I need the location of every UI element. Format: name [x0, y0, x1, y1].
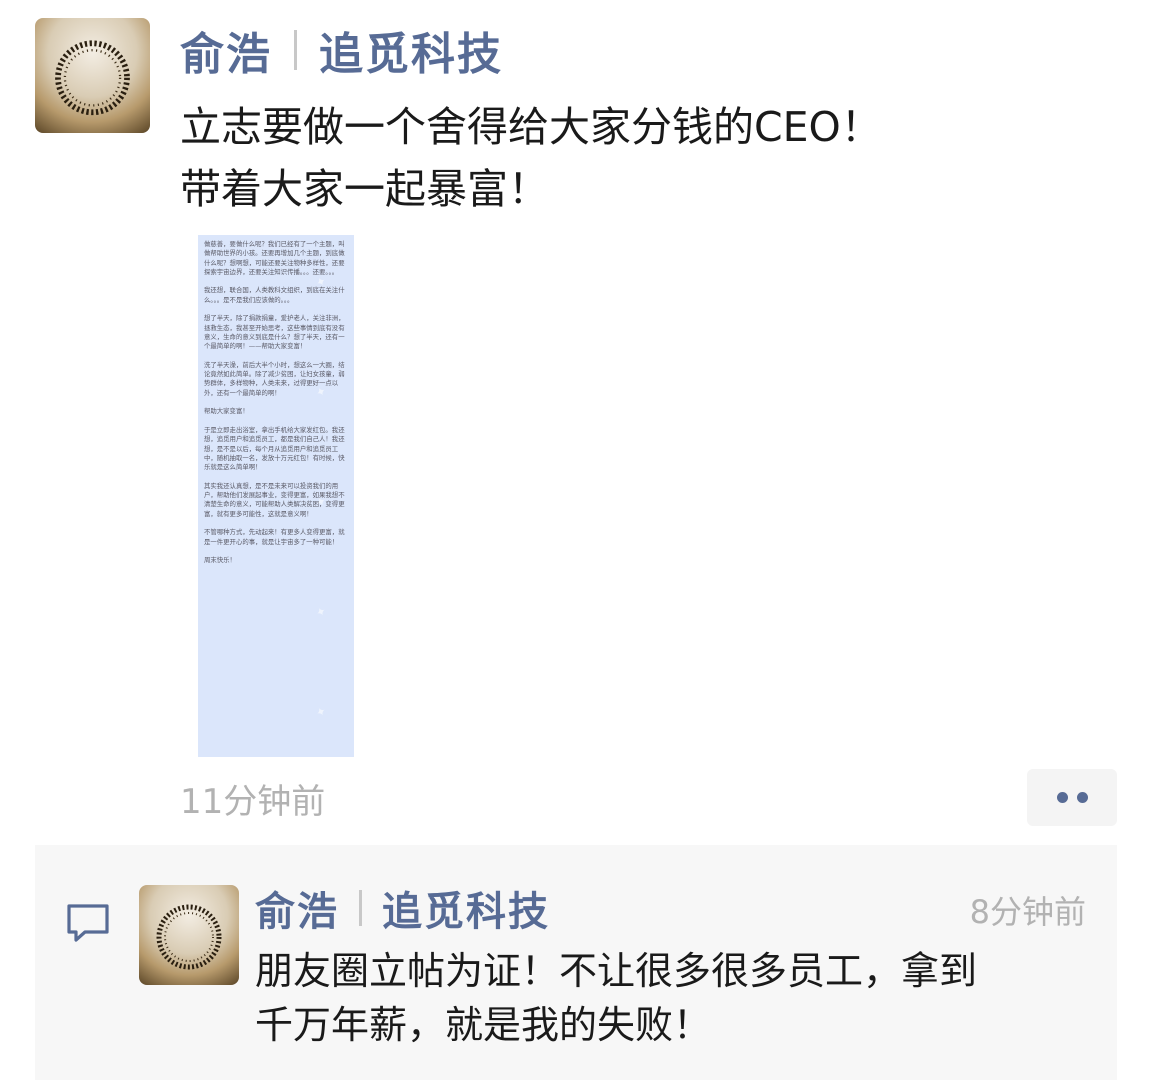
- comment-bubble-icon: [67, 904, 109, 942]
- post-image-text: 做慈善，要做什么呢？我们已经有了一个主题，叫做帮助世界的小孩。还要再增加几个主题…: [204, 240, 345, 565]
- post-image[interactable]: 做慈善，要做什么呢？我们已经有了一个主题，叫做帮助世界的小孩。还要再增加几个主题…: [198, 235, 354, 757]
- post-text: 立志要做一个舍得给大家分钱的CEO！ 带着大家一起暴富！: [180, 96, 1120, 220]
- avatar-necklace-icon: [156, 904, 222, 970]
- post-author-company[interactable]: 追觅科技: [319, 18, 503, 82]
- post-text-line: 带着大家一起暴富！: [180, 165, 549, 213]
- name-separator: [359, 890, 362, 926]
- post-author-line[interactable]: 俞浩 追觅科技: [180, 20, 503, 80]
- watermark-icon: ✦: [313, 603, 329, 621]
- post-text-line: 立志要做一个舍得给大家分钱的CEO！: [180, 103, 882, 151]
- comment-text-line: 朋友圈立帖为证！不让很多很多员工，拿到: [255, 949, 978, 993]
- post-time: 11分钟前: [180, 782, 326, 822]
- post-author-name[interactable]: 俞浩: [180, 18, 272, 82]
- name-separator: [294, 30, 297, 70]
- comment-author-name[interactable]: 俞浩: [255, 879, 339, 937]
- comment-time: 8分钟前: [969, 893, 1086, 931]
- avatar-necklace-icon: [55, 40, 130, 116]
- comment-author-avatar[interactable]: [139, 885, 239, 985]
- post-author-avatar[interactable]: [35, 18, 150, 133]
- more-actions-button[interactable]: [1027, 769, 1117, 826]
- comment-text-line: 千万年薪，就是我的失败！: [255, 1003, 712, 1047]
- comment-author-line[interactable]: 俞浩 追觅科技: [255, 880, 550, 936]
- comment-text[interactable]: 朋友圈立帖为证！不让很多很多员工，拿到 千万年薪，就是我的失败！: [255, 944, 1105, 1052]
- comment-author-company[interactable]: 追觅科技: [382, 879, 550, 937]
- more-dots-icon: [1056, 792, 1068, 803]
- more-dots-icon: [1076, 792, 1088, 803]
- watermark-icon: ✦: [313, 703, 329, 721]
